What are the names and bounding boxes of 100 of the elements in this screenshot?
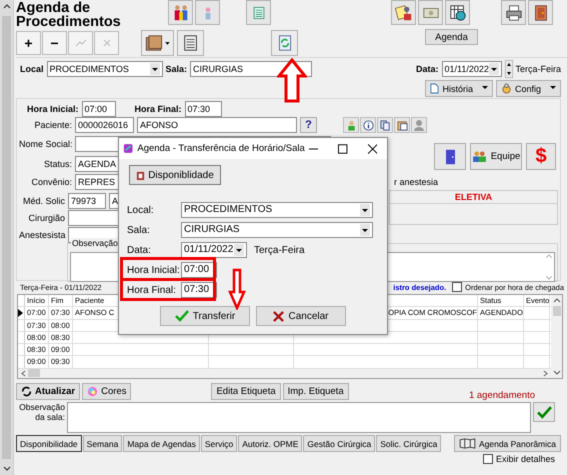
team-button[interactable]: Equipe [470, 143, 522, 170]
sala-dropdown[interactable]: CIRURGIAS [181, 222, 373, 238]
check-icon [174, 310, 189, 322]
history-button[interactable]: História [425, 80, 493, 97]
map-icon [458, 438, 476, 449]
view-tab[interactable]: Disponibilidade [16, 435, 82, 452]
cross-icon [273, 310, 284, 322]
add-button[interactable]: + [16, 31, 41, 55]
chevron-down-icon[interactable] [2, 466, 10, 471]
edit-icon [74, 37, 86, 49]
maximize-icon[interactable] [338, 144, 348, 154]
paste-icon[interactable] [394, 117, 410, 133]
refresh-button[interactable]: Atualizar [16, 382, 80, 400]
scrollbar-thumb[interactable] [552, 306, 560, 316]
calendar-clock-icon[interactable] [445, 0, 470, 25]
sala-label: Sala: [127, 224, 151, 236]
anesthetist-label: Anestesista [19, 230, 65, 240]
details-checkbox-label: Exibir detalhes [496, 454, 555, 464]
vertical-scrollbar[interactable] [551, 295, 562, 378]
date-field[interactable]: 01/11/2022 [442, 60, 502, 76]
refresh-icon [21, 386, 32, 396]
documents-icon[interactable] [391, 0, 416, 25]
appointment-count: 1 agendamento [468, 390, 535, 400]
view-tab[interactable]: Solic. Cirúrgica [376, 435, 442, 452]
cancel-icon [100, 37, 112, 49]
page-title: Agenda de Procedimentos [16, 0, 122, 29]
dialog-title: Agenda - Transferência de Horário/Sala [137, 143, 305, 154]
printer-icon[interactable] [501, 0, 526, 25]
sala-label: Sala: [166, 64, 188, 74]
info-icon[interactable] [360, 117, 376, 133]
panorama-button[interactable]: Agenda Panorâmica [454, 435, 561, 452]
document-icon [430, 83, 440, 94]
people-icon [472, 151, 487, 162]
type-header: ELETIVA [390, 191, 557, 204]
view-tab[interactable]: Gestão Cirúrgica [303, 435, 376, 452]
billing-button[interactable]: $ [526, 143, 556, 170]
door-icon[interactable] [434, 143, 466, 170]
agenda-button[interactable]: Agenda [425, 29, 478, 45]
chevron-down-icon[interactable] [552, 370, 560, 375]
end-time-field[interactable]: 07:30 [184, 101, 222, 117]
remove-button[interactable]: − [42, 31, 67, 55]
end-time-label: Hora Final: [127, 284, 177, 296]
doctor-code-field[interactable]: 79973 [68, 193, 106, 209]
start-time-field[interactable]: 07:00 [181, 262, 217, 278]
colors-button[interactable]: Cores [82, 382, 132, 400]
start-time-label: Hora Inicial: [127, 264, 178, 276]
annotation-arrow [228, 268, 246, 310]
scrollbar-thumb[interactable] [2, 16, 11, 459]
end-time-label: Hora Final: [134, 104, 182, 114]
folder-dropdown-button[interactable] [141, 30, 174, 56]
patient-code-field[interactable]: 0000026016 [75, 117, 134, 133]
edit-label-button[interactable]: Edita Etiqueta [211, 382, 281, 400]
chevron-up-icon[interactable] [2, 4, 10, 9]
weekday-label: Terça-Feira [516, 64, 562, 74]
local-label: Local: [127, 204, 155, 216]
transfer-button[interactable]: Transferir [160, 306, 250, 326]
view-tab[interactable]: Mapa de Agendas [123, 435, 200, 452]
surgeon-label: Cirurgião [27, 213, 65, 223]
end-time-field[interactable]: 07:30 [181, 282, 217, 298]
local-dropdown[interactable]: PROCEDIMENTOS [46, 60, 163, 76]
requesting-doctor-label: Méd. Solic [22, 196, 65, 206]
help-button[interactable]: ? [300, 117, 317, 133]
exit-door-icon[interactable] [528, 0, 553, 25]
start-time-field[interactable]: 07:00 [82, 101, 116, 117]
patient-label: Paciente: [33, 120, 72, 130]
data-label: Data: [416, 64, 439, 74]
chevron-left-icon[interactable] [21, 370, 26, 377]
confirm-icon[interactable] [533, 402, 555, 422]
room-note-field[interactable] [67, 402, 531, 433]
availability-button[interactable]: Disponiblidade [129, 165, 221, 185]
annotation-arrow [277, 58, 307, 103]
scrollbar-thumb[interactable] [28, 369, 40, 378]
copy-icon[interactable] [377, 117, 393, 133]
print-label-button[interactable]: Imp. Etiqueta [282, 382, 349, 400]
row-indicator[interactable] [18, 307, 25, 318]
close-icon[interactable] [368, 144, 377, 154]
spreadsheet-icon[interactable] [246, 0, 271, 25]
chevron-right-icon[interactable] [543, 370, 548, 377]
view-tab[interactable]: Semana [82, 435, 122, 452]
chevron-up-icon[interactable] [552, 298, 560, 303]
patient-name-field[interactable]: AFONSO [137, 117, 297, 133]
bag-icon [500, 83, 512, 94]
people-icon[interactable] [168, 0, 193, 25]
details-checkbox[interactable] [482, 454, 493, 464]
room-note-label: Observação da sala: [18, 402, 65, 422]
date-field[interactable]: 01/11/2022 [181, 242, 247, 258]
cancel-button[interactable]: Cancelar [256, 306, 346, 326]
row-pointer-icon [18, 308, 23, 317]
view-tab[interactable]: Serviço [200, 435, 238, 452]
observation-label: Observação [71, 238, 119, 248]
document-icon[interactable] [177, 30, 204, 56]
refresh-icon[interactable] [271, 30, 298, 56]
date-label: Data: [127, 244, 152, 256]
order-checkbox[interactable] [452, 282, 462, 292]
spinner-icon[interactable] [504, 60, 513, 78]
scrollbar-icon[interactable] [545, 253, 553, 281]
config-button[interactable]: Config [496, 80, 561, 97]
view-tab[interactable]: Autoriz. OPME [238, 435, 302, 452]
local-dropdown[interactable]: PROCEDIMENTOS [181, 202, 373, 218]
insurance-label: Convênio: [30, 177, 72, 187]
